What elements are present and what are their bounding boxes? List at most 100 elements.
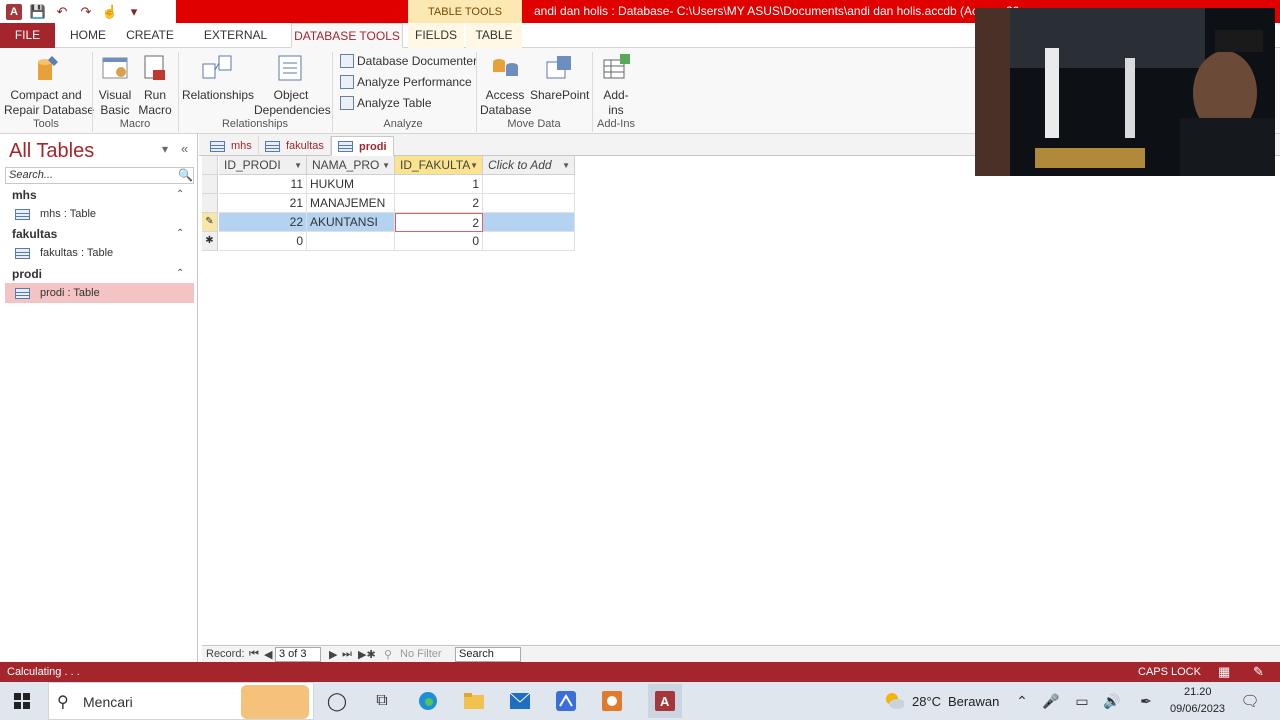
nav-item-prodi[interactable]: prodi : Table	[5, 283, 194, 303]
nav-pane-title[interactable]: All Tables	[9, 140, 94, 163]
new-record-nav-icon[interactable]: ▶✱	[358, 648, 376, 661]
row-selector[interactable]	[202, 175, 218, 194]
collapse-group-icon[interactable]: ⌃	[176, 228, 184, 239]
first-record-icon[interactable]: ⏮	[249, 648, 259, 661]
microphone-icon[interactable]: 🎤	[1041, 691, 1061, 711]
design-view-icon[interactable]: ✎	[1253, 662, 1264, 682]
table-cell[interactable]: HUKUM	[307, 175, 395, 194]
analyze-table-button[interactable]: Analyze Table	[340, 94, 432, 112]
row-selector-editing[interactable]: ✎	[202, 213, 218, 232]
table-cell-active[interactable]: 2	[395, 213, 483, 232]
run-macro-button[interactable]: Run Macro	[136, 52, 174, 118]
tab-fields[interactable]: FIELDS	[408, 23, 464, 48]
mail-icon[interactable]	[510, 691, 530, 711]
tab-table[interactable]: TABLE	[466, 23, 522, 48]
whiteboard-icon[interactable]	[556, 691, 576, 711]
nav-item-fakultas[interactable]: fakultas : Table	[5, 243, 194, 263]
database-documenter-button[interactable]: Database Documenter	[340, 52, 477, 70]
table-cell[interactable]: 21	[219, 194, 307, 213]
doc-tab-mhs[interactable]: mhs	[204, 136, 259, 156]
column-header[interactable]: ID_PRODI ▼	[219, 156, 307, 175]
table-cell[interactable]	[483, 194, 575, 213]
pen-icon[interactable]: ✒	[1136, 691, 1156, 711]
dropdown-arrow-icon[interactable]: ▼	[382, 156, 390, 175]
column-header[interactable]: ID_FAKULTA ▼	[395, 156, 483, 175]
windows-start-icon[interactable]	[12, 691, 32, 711]
doc-tab-fakultas[interactable]: fakultas	[259, 136, 331, 156]
table-cell[interactable]: 0	[219, 232, 307, 251]
nav-group-prodi[interactable]: prodi	[12, 267, 42, 281]
no-filter-icon[interactable]: ⚲	[384, 648, 392, 661]
compact-repair-button[interactable]: Compact and Repair Database	[4, 52, 94, 118]
column-header-click-to-add[interactable]: Click to Add ▼	[483, 156, 575, 175]
relationships-button[interactable]: Relationships	[182, 52, 254, 103]
add-ins-button[interactable]: Add- ins	[596, 52, 636, 118]
taskbar-date[interactable]: 09/06/2023	[1170, 703, 1225, 715]
previous-record-icon[interactable]: ◀	[264, 648, 272, 661]
volume-icon[interactable]: 🔊	[1102, 691, 1122, 711]
visual-basic-button[interactable]: Visual Basic	[96, 52, 134, 118]
table-cell[interactable]: AKUNTANSI	[307, 213, 395, 232]
collapse-pane-icon[interactable]: «	[181, 141, 188, 156]
presentation-app-icon[interactable]	[602, 691, 622, 711]
table-cell[interactable]: 11	[219, 175, 307, 194]
table-cell[interactable]	[307, 232, 395, 251]
weather-temperature[interactable]: 28°C	[912, 694, 941, 709]
current-record-input[interactable]: 3 of 3	[275, 647, 321, 662]
table-cell[interactable]: MANAJEMEN	[307, 194, 395, 213]
battery-icon[interactable]: ▭	[1072, 691, 1092, 711]
table-cell[interactable]	[483, 232, 575, 251]
nav-group-fakultas[interactable]: fakultas	[12, 227, 57, 241]
weather-condition[interactable]: Berawan	[948, 694, 999, 709]
object-dependencies-button[interactable]: Object Dependencies	[254, 52, 331, 118]
edge-icon[interactable]	[418, 691, 438, 711]
table-cell[interactable]: 22	[219, 213, 307, 232]
select-all-corner[interactable]	[202, 156, 218, 175]
nav-search-input[interactable]: Search...	[5, 167, 194, 184]
collapse-group-icon[interactable]: ⌃	[176, 268, 184, 279]
nav-item-mhs[interactable]: mhs : Table	[5, 204, 194, 224]
dropdown-arrow-icon[interactable]: ▼	[294, 156, 302, 175]
customize-qat-icon[interactable]: ▾	[126, 4, 142, 20]
touch-mode-icon[interactable]: ☝	[102, 4, 118, 20]
row-selector[interactable]	[202, 194, 218, 213]
dropdown-arrow-icon[interactable]: ▼	[470, 156, 478, 175]
cortana-icon[interactable]: ◯	[327, 691, 347, 711]
undo-icon[interactable]: ↶	[54, 4, 70, 20]
next-record-icon[interactable]: ▶	[329, 648, 337, 661]
column-header[interactable]: NAMA_PRO ▼	[307, 156, 395, 175]
analyze-performance-button[interactable]: Analyze Performance	[340, 73, 472, 91]
show-hidden-icons-chevron-icon[interactable]: ⌃	[1012, 691, 1032, 711]
tab-file[interactable]: FILE	[0, 23, 55, 48]
weather-cloud-icon[interactable]	[884, 691, 904, 711]
tab-database-tools[interactable]: DATABASE TOOLS	[291, 23, 403, 48]
search-icon[interactable]: 🔍	[178, 168, 193, 182]
last-record-icon[interactable]: ⏭	[342, 648, 352, 661]
task-view-icon[interactable]: ⧉	[372, 691, 392, 711]
sharepoint-button[interactable]: SharePoint	[530, 52, 589, 103]
filter-status[interactable]: No Filter	[400, 648, 442, 660]
datasheet-view-icon[interactable]: ▦	[1218, 662, 1230, 682]
save-icon[interactable]: 💾	[30, 4, 46, 20]
record-search-input[interactable]: Search	[455, 647, 521, 662]
tab-home[interactable]: HOME	[62, 23, 114, 48]
table-cell[interactable]	[483, 213, 575, 232]
access-taskbar-icon[interactable]: A	[648, 684, 682, 718]
taskbar-time[interactable]: 21.20	[1184, 686, 1212, 698]
table-cell[interactable]: 0	[395, 232, 483, 251]
nav-menu-chevron-icon[interactable]: ▾	[162, 142, 168, 156]
doc-tab-prodi[interactable]: prodi	[331, 136, 394, 156]
table-cell[interactable]	[483, 175, 575, 194]
new-record-selector[interactable]: ✱	[202, 232, 218, 251]
collapse-group-icon[interactable]: ⌃	[176, 189, 184, 200]
table-cell[interactable]: 2	[395, 194, 483, 213]
tab-external-data[interactable]: EXTERNAL DATA	[188, 23, 283, 67]
access-database-button[interactable]: Access Database	[480, 52, 531, 118]
dropdown-arrow-icon[interactable]: ▼	[562, 156, 570, 175]
file-explorer-icon[interactable]	[464, 691, 484, 711]
table-cell[interactable]: 1	[395, 175, 483, 194]
redo-icon[interactable]: ↷	[78, 4, 94, 20]
tab-create[interactable]: CREATE	[124, 23, 176, 48]
notification-center-icon[interactable]: 🗨	[1240, 691, 1260, 711]
taskbar-search-box[interactable]: ⚲ Mencari	[48, 682, 314, 720]
